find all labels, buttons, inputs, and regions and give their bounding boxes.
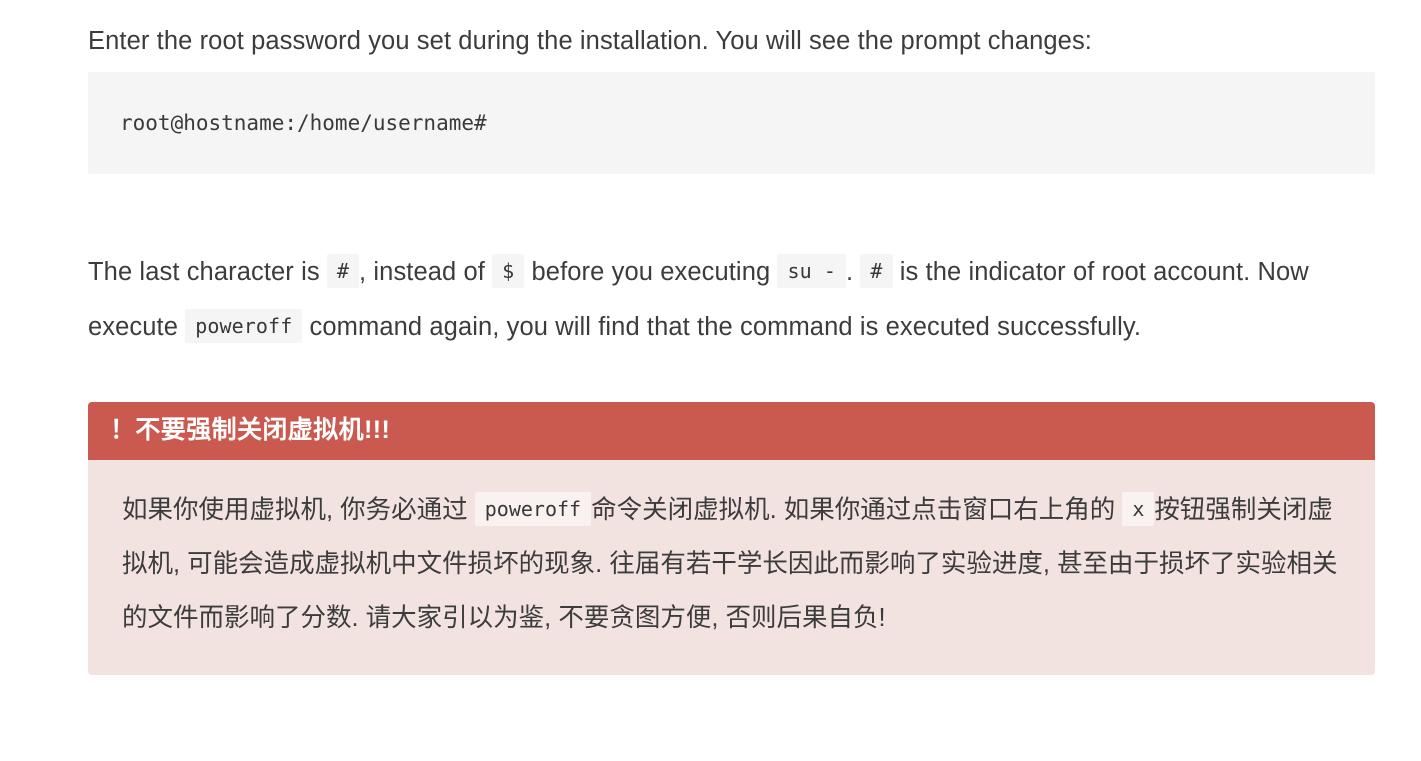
inline-code-dollar: $ xyxy=(492,253,525,288)
explanation-segment-2: , instead of xyxy=(359,257,485,286)
explanation-segment-1: The last character is xyxy=(88,257,320,286)
code-block-content: root@hostname:/home/username# xyxy=(120,111,487,135)
inline-code-x: x xyxy=(1122,492,1155,526)
inline-code-poweroff: poweroff xyxy=(185,308,303,343)
inline-code-hash: # xyxy=(326,253,360,288)
admonition-segment-2: 命令关闭虚拟机. 如果你通过点击窗口右上角的 xyxy=(591,496,1116,524)
inline-code-hash-2: # xyxy=(860,253,893,288)
danger-admonition: ！不要强制关闭虚拟机!!! 如果你使用虚拟机, 你务必通过 poweroff 命令… xyxy=(88,402,1375,675)
admonition-title: ！不要强制关闭虚拟机!!! xyxy=(88,402,1375,460)
explanation-segment-3: before you executing xyxy=(531,257,771,286)
intro-paragraph: Enter the root password you set during t… xyxy=(88,26,1092,55)
inline-code-poweroff-cn: poweroff xyxy=(474,492,592,526)
code-block: root@hostname:/home/username# xyxy=(88,72,1375,174)
admonition-segment-1: 如果你使用虚拟机, 你务必通过 xyxy=(122,496,468,524)
explanation-segment-4: . xyxy=(846,257,854,286)
admonition-body: 如果你使用虚拟机, 你务必通过 poweroff 命令关闭虚拟机. 如果你通过点击… xyxy=(88,460,1375,675)
document-page: Enter the root password you set during t… xyxy=(0,0,1421,761)
explanation-segment-6: command again, you will find that the co… xyxy=(309,312,1142,341)
explanation-paragraph: The last character is #, instead of $ be… xyxy=(88,244,1373,354)
inline-code-su: su - xyxy=(777,253,847,288)
